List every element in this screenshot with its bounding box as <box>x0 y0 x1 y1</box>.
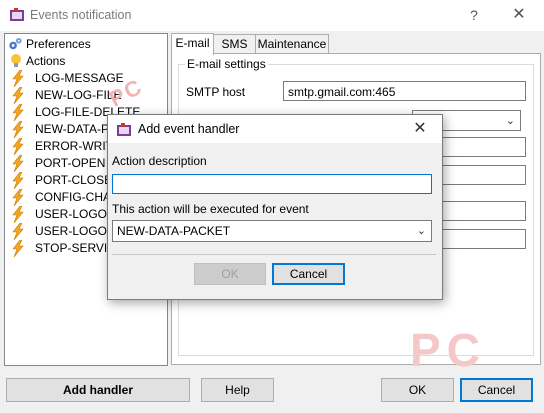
tab-email[interactable]: E-mail <box>171 33 214 55</box>
dialog-title-bar: Add event handler ✕ <box>108 115 442 143</box>
tree-item-label: LOG-MESSAGE <box>35 71 124 85</box>
lightning-icon <box>12 189 24 206</box>
lightning-icon <box>12 121 24 138</box>
event-label: This action will be executed for event <box>112 202 309 216</box>
window-title: Events notification <box>30 8 132 22</box>
tree-item-label: PORT-CLOSE <box>35 173 113 187</box>
lightning-icon <box>12 104 24 121</box>
watermark-logo-large: PC <box>410 324 486 376</box>
cancel-button[interactable]: Cancel <box>460 378 533 402</box>
event-select-value: NEW-DATA-PACKET <box>117 224 231 238</box>
dialog-ok-button[interactable]: OK <box>194 263 266 285</box>
chevron-down-icon: ⌄ <box>416 225 426 237</box>
lightning-icon <box>12 70 24 87</box>
tab-maintenance[interactable]: Maintenance <box>255 34 329 54</box>
lightning-icon <box>12 87 24 104</box>
smtp-host-label: SMTP host <box>186 85 246 99</box>
gears-icon <box>9 37 22 50</box>
tree-item-label: Actions <box>26 54 66 68</box>
add-event-handler-dialog: Add event handler ✕ Action description T… <box>107 114 443 300</box>
chevron-down-icon: ⌄ <box>505 115 515 127</box>
tree-item-label: ERROR-WRITI <box>35 139 117 153</box>
lightning-icon <box>12 172 24 189</box>
tree-item-label: STOP-SERVIC <box>35 241 116 255</box>
tab-sms[interactable]: SMS <box>213 34 256 54</box>
smtp-host-input[interactable]: smtp.gmail.com:465 <box>283 81 526 101</box>
tree-item-label: PORT-OPEN <box>35 156 106 170</box>
lightning-icon <box>12 138 24 155</box>
add-handler-button[interactable]: Add handler <box>6 378 190 402</box>
dialog-close-button[interactable]: ✕ <box>406 118 434 140</box>
event-select[interactable]: NEW-DATA-PACKET ⌄ <box>112 220 432 242</box>
tree-item-label: NEW-DATA-PA <box>35 122 117 136</box>
tree-item-label: USER-LOGON <box>35 224 116 238</box>
help-button[interactable]: Help <box>201 378 274 402</box>
ok-button[interactable]: OK <box>381 378 454 402</box>
action-description-input[interactable] <box>112 174 432 194</box>
dialog-separator <box>112 254 436 255</box>
action-description-label: Action description <box>112 154 207 168</box>
close-window-button[interactable]: ✕ <box>505 4 533 26</box>
title-bar: Events notification ? ✕ <box>0 0 544 31</box>
lightning-icon <box>12 206 24 223</box>
app-icon <box>10 8 24 21</box>
lightning-icon <box>12 240 24 257</box>
lightning-icon <box>12 223 24 240</box>
group-label: E-mail settings <box>185 57 268 71</box>
lightbulb-icon <box>11 54 21 67</box>
tree-item-label: Preferences <box>26 37 91 51</box>
dialog-cancel-button[interactable]: Cancel <box>272 263 345 285</box>
lightning-icon <box>12 155 24 172</box>
dialog-title: Add event handler <box>138 122 240 136</box>
dialog-app-icon <box>117 123 131 136</box>
help-title-button[interactable]: ? <box>462 4 486 26</box>
